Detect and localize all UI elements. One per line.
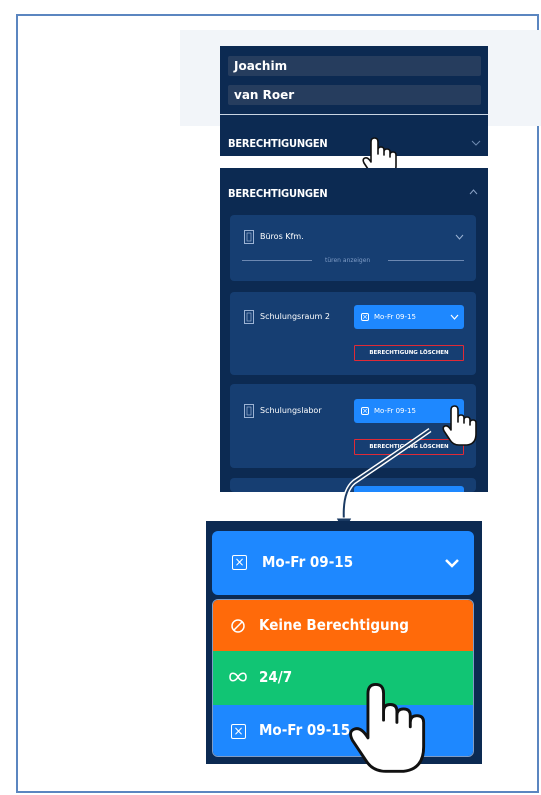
option-mo-fr[interactable]: × Mo-Fr 09-15 <box>213 705 473 756</box>
door-name: Büros Kfm. <box>260 232 304 241</box>
door-name: Schulungsraum 2 <box>260 312 330 321</box>
infinity-icon <box>229 672 247 682</box>
delete-permission-button[interactable]: BERECHTIGUNG LÖSCHEN <box>354 345 464 361</box>
chevron-down-icon[interactable] <box>471 140 481 146</box>
door-icon <box>244 230 254 244</box>
permissions-header[interactable]: BERECHTIGUNGEN <box>228 137 328 150</box>
permission-card-schulungsraum: Schulungsraum 2 × Mo-Fr 09-15 BERECHTIGU… <box>230 292 476 375</box>
show-doors-link[interactable]: türen anzeigen <box>325 257 370 264</box>
door-icon <box>244 310 254 324</box>
permissions-header[interactable]: BERECHTIGUNGEN <box>228 187 328 200</box>
chevron-down-icon[interactable] <box>455 234 464 240</box>
door-icon <box>244 404 254 418</box>
forbidden-icon <box>231 619 245 633</box>
option-keine-berechtigung[interactable]: Keine Berechtigung <box>213 600 473 651</box>
hand-cursor-icon <box>349 683 426 773</box>
schedule-select[interactable]: × Mo-Fr 09-15 <box>354 305 464 329</box>
x-box-icon: × <box>361 313 369 321</box>
last-name-field[interactable]: van Roer <box>228 85 481 105</box>
dropdown-menu: Keine Berechtigung 24/7 × Mo-Fr 09-15 <box>212 599 474 757</box>
schedule-value: Mo-Fr 09-15 <box>374 313 416 321</box>
x-box-icon: × <box>231 724 246 739</box>
door-name: Schulungslabor <box>260 406 322 415</box>
user-panel: Joachim van Roer BERECHTIGUNGEN <box>220 46 488 156</box>
permission-card-buero: Büros Kfm. türen anzeigen <box>230 215 476 281</box>
option-label: 24/7 <box>259 668 293 686</box>
option-24-7[interactable]: 24/7 <box>213 651 473 705</box>
chevron-up-icon[interactable] <box>469 189 478 195</box>
x-box-icon: × <box>361 407 369 415</box>
divider <box>220 114 488 115</box>
x-box-icon: × <box>232 555 247 570</box>
schedule-value: Mo-Fr 09-15 <box>374 407 416 415</box>
first-name-field[interactable]: Joachim <box>228 56 481 76</box>
chevron-down-icon <box>450 314 459 320</box>
schedule-select[interactable]: × Mo-Fr 09-15 <box>212 531 474 595</box>
schedule-value: Mo-Fr 09-15 <box>262 553 354 571</box>
hand-cursor-icon <box>442 405 477 446</box>
dropdown-panel: × Mo-Fr 09-15 Keine Berechtigung 24/7 × … <box>206 521 482 764</box>
divider <box>242 260 312 261</box>
divider <box>388 260 464 261</box>
option-label: Keine Berechtigung <box>259 616 409 634</box>
chevron-down-icon <box>445 559 459 568</box>
option-label: Mo-Fr 09-15 <box>259 721 351 739</box>
